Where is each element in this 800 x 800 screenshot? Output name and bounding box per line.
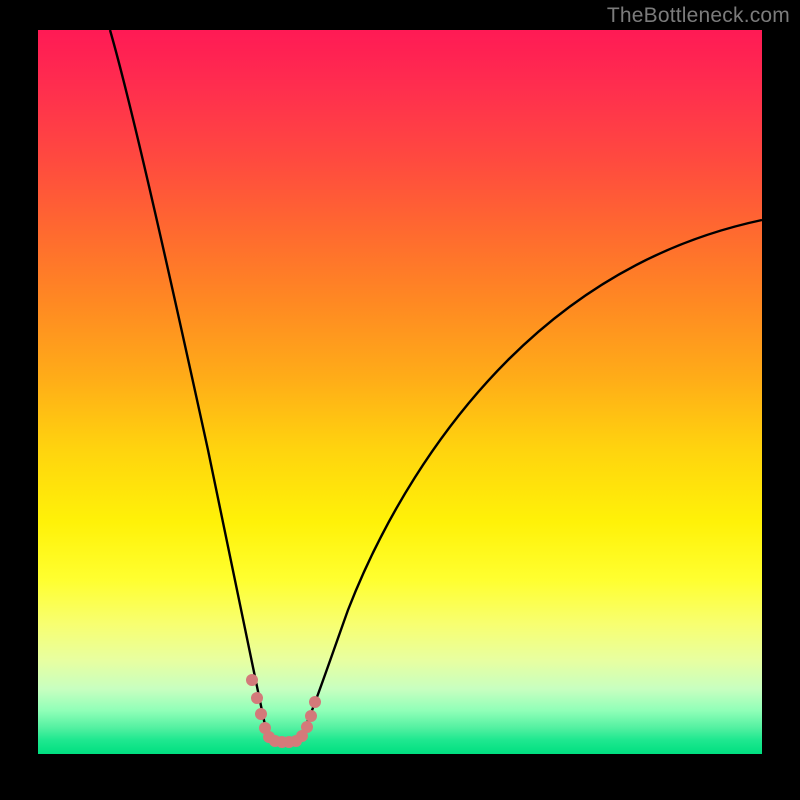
bottleneck-curve-svg [38, 30, 762, 754]
curve-right-branch [298, 220, 762, 742]
plot-area [38, 30, 762, 754]
watermark-text: TheBottleneck.com [607, 4, 790, 28]
chart-frame: TheBottleneck.com [0, 0, 800, 800]
curve-left-branch [110, 30, 270, 742]
